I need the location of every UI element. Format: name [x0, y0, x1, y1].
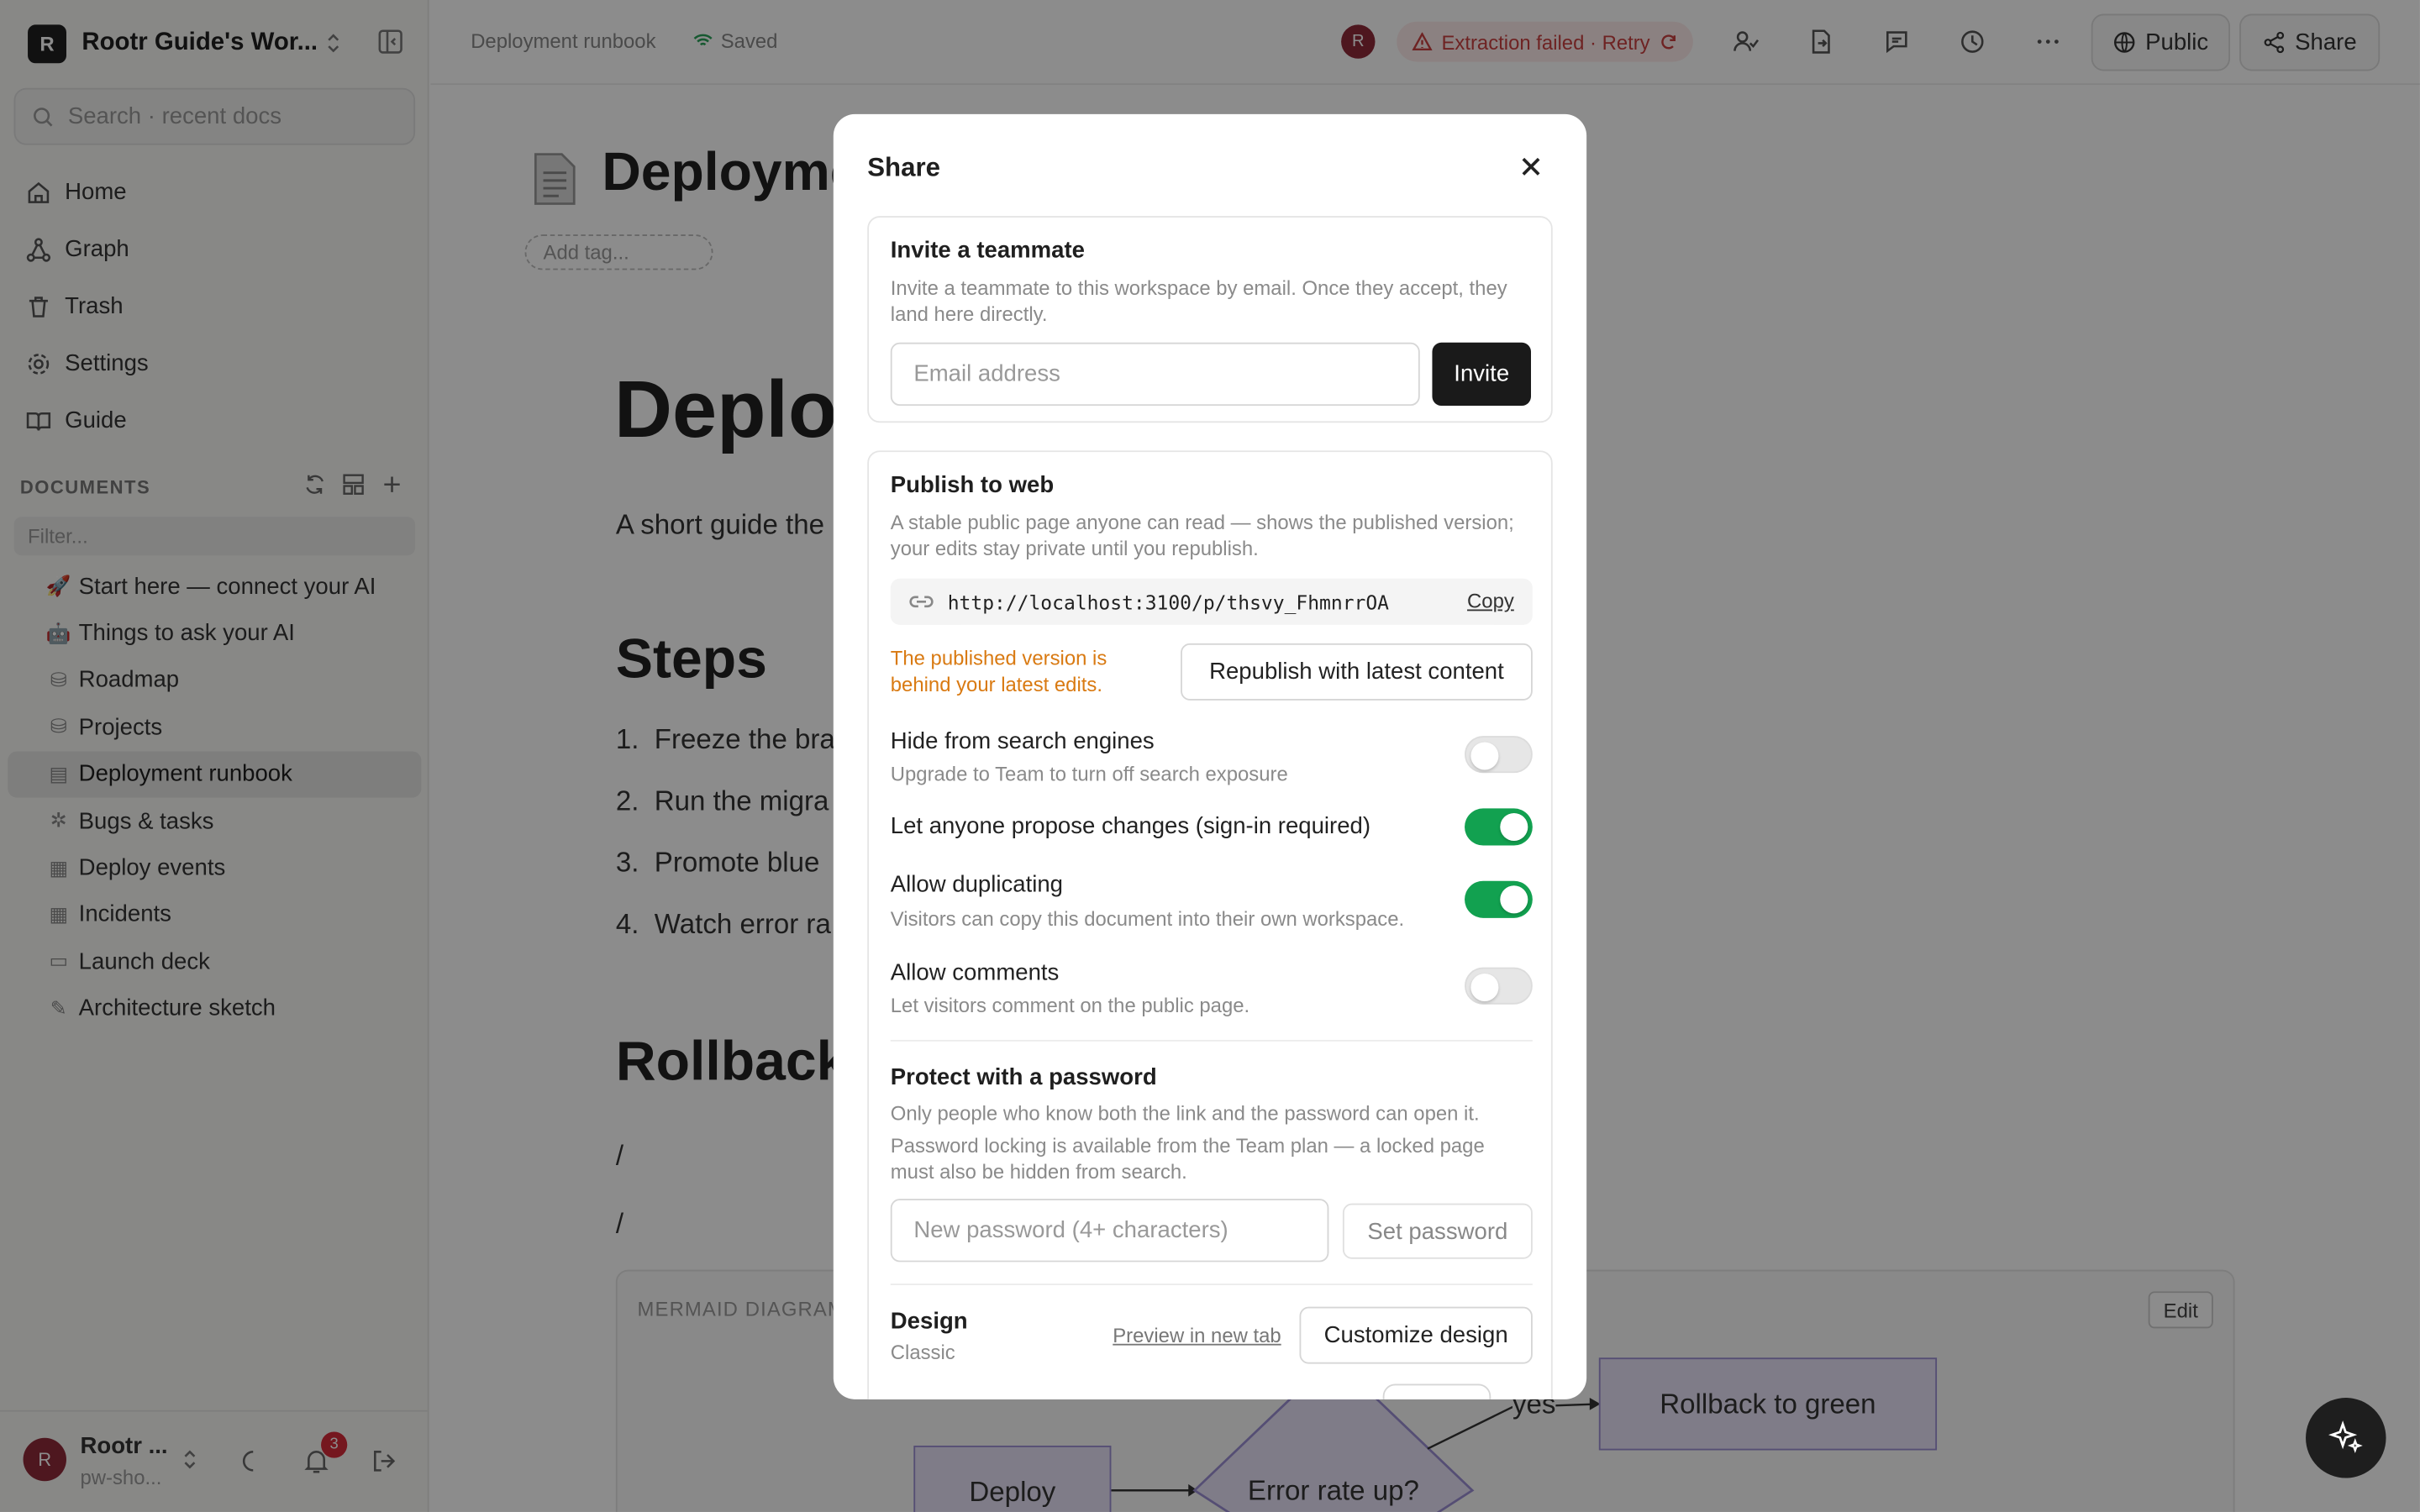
option-label: Allow duplicating	[890, 871, 1063, 898]
design-value: Classic	[890, 1341, 955, 1364]
link-icon	[909, 596, 934, 608]
share-dialog: Share Invite a teammate Invite a teammat…	[833, 113, 1587, 1399]
publish-heading: Publish to web	[890, 472, 1055, 499]
option-label: Let anyone propose changes (sign-in requ…	[890, 812, 1371, 840]
option-label: Hide from search engines	[890, 727, 1155, 755]
publish-description: A stable public page anyone can read — s…	[890, 510, 1514, 560]
republish-button[interactable]: Republish with latest content	[1181, 643, 1533, 701]
invite-card: Invite a teammate Invite a teammate to t…	[867, 216, 1553, 423]
close-icon[interactable]	[1517, 153, 1544, 181]
customize-design-button[interactable]: Customize design	[1299, 1306, 1533, 1364]
option-sub: Let visitors comment on the public page.	[890, 993, 1250, 1017]
public-url: http://localhost:3100/p/thsvy_FhmnrrOA	[947, 590, 1390, 614]
dialog-title: Share	[867, 152, 941, 182]
invite-heading: Invite a teammate	[890, 237, 1085, 265]
copy-link-button[interactable]: Copy	[1467, 590, 1514, 613]
public-url-field: http://localhost:3100/p/thsvy_FhmnrrOA C…	[890, 578, 1533, 625]
propose-changes-toggle[interactable]	[1465, 808, 1533, 846]
next-option-control[interactable]	[1382, 1383, 1491, 1399]
sparkle-icon	[2328, 1420, 2363, 1453]
publish-card: Publish to web A stable public page anyo…	[867, 450, 1553, 1399]
hide-from-search-toggle[interactable]	[1465, 736, 1533, 774]
option-label: Allow comments	[890, 959, 1060, 986]
divider	[890, 1039, 1533, 1042]
option-sub: Visitors can copy this document into the…	[890, 906, 1405, 931]
divider	[890, 1284, 1533, 1285]
invite-button[interactable]: Invite	[1432, 342, 1532, 407]
allow-duplicating-toggle[interactable]	[1465, 880, 1533, 918]
option-sub: Upgrade to Team to turn off search expos…	[890, 762, 1288, 785]
password-field[interactable]: New password (4+ characters)	[890, 1199, 1329, 1263]
set-password-button[interactable]: Set password	[1342, 1203, 1533, 1259]
password-plan-note: Password locking is available from the T…	[890, 1133, 1485, 1184]
password-heading: Protect with a password	[890, 1064, 1157, 1091]
password-description: Only people who know both the link and t…	[890, 1101, 1480, 1125]
ai-assistant-button[interactable]	[2306, 1398, 2386, 1478]
allow-comments-toggle[interactable]	[1465, 967, 1533, 1005]
invite-description: Invite a teammate to this workspace by e…	[890, 276, 1507, 326]
outdated-warning: The published version is behind your lat…	[890, 646, 1107, 696]
design-heading: Design	[890, 1308, 968, 1335]
preview-link[interactable]: Preview in new tab	[1113, 1324, 1281, 1347]
email-field[interactable]: Email address	[890, 342, 1420, 407]
